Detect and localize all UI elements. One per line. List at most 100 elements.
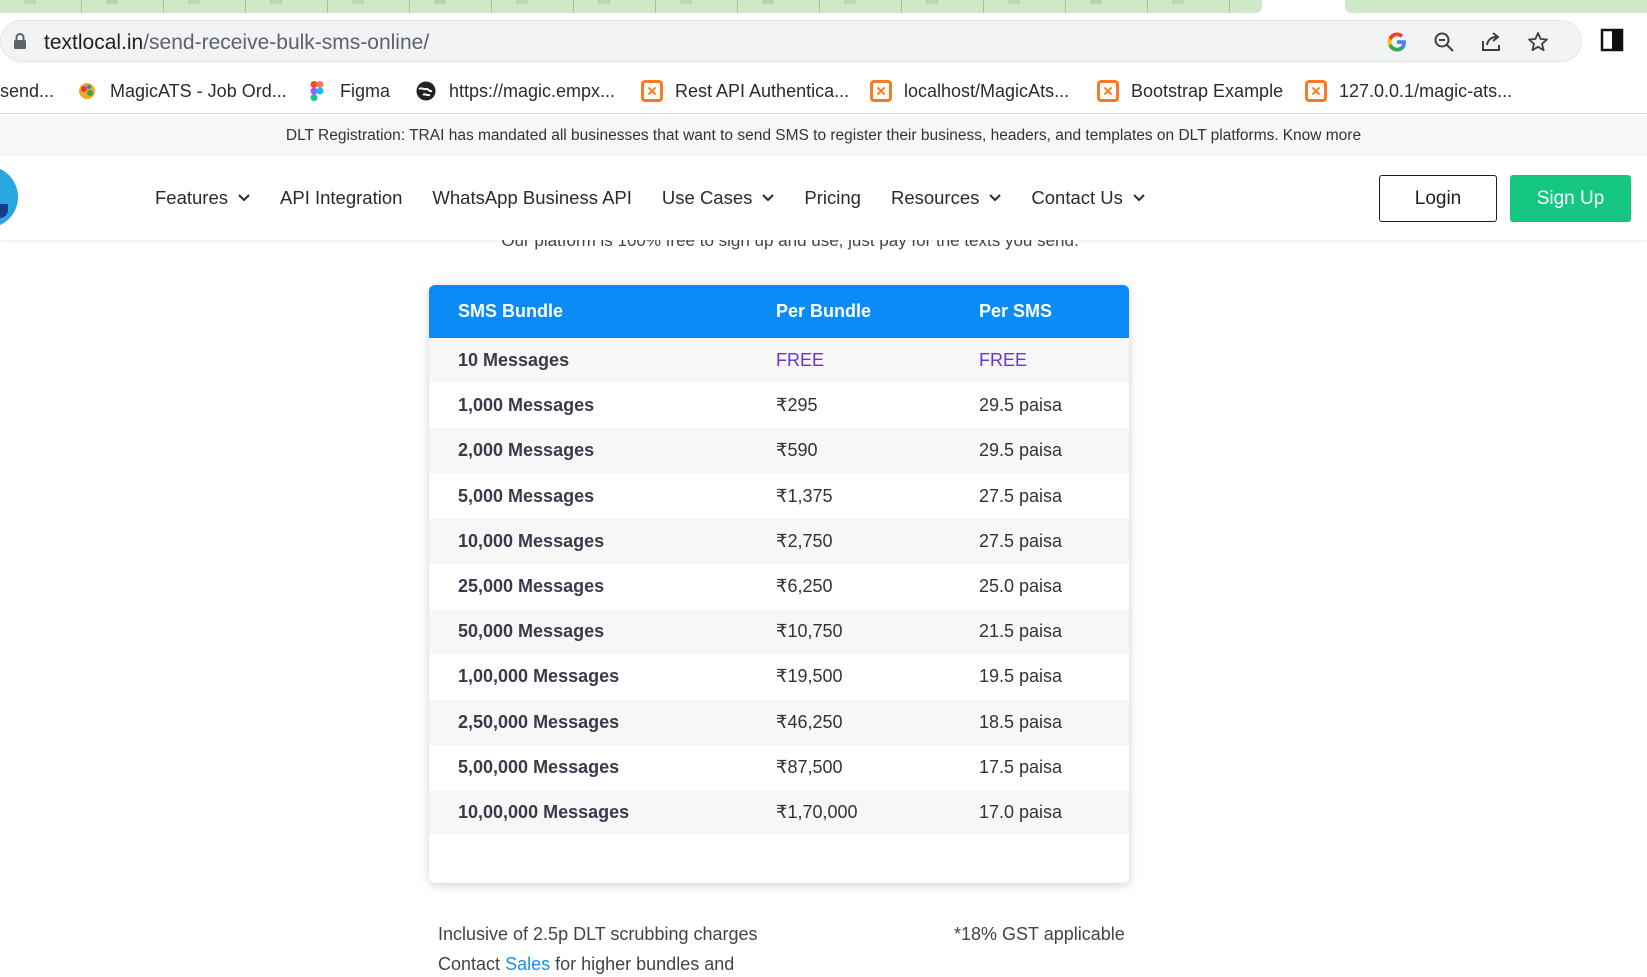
browser-tab[interactable]: [164, 0, 246, 13]
per-sms-cell: 25.0 paisa: [979, 576, 1063, 597]
header-per-bundle: Per Bundle: [776, 301, 872, 321]
per-sms-cell: 17.5 paisa: [979, 756, 1063, 777]
nav-label: API Integration: [280, 187, 403, 208]
browser-tab[interactable]: [656, 0, 738, 13]
site-navbar: Features API Integration WhatsApp Busine…: [0, 156, 1647, 240]
bookmark-label: MagicATS - Job Ord...: [110, 80, 287, 101]
tab-group-right[interactable]: [1345, 0, 1647, 13]
per-bundle-cell: ₹10,750: [776, 621, 843, 642]
xampp-icon: [870, 80, 892, 102]
nav-api-integration[interactable]: API Integration: [280, 187, 402, 209]
per-bundle-cell: FREE: [776, 350, 825, 371]
nav-use-cases[interactable]: Use Cases: [662, 187, 775, 209]
browser-tab[interactable]: [738, 0, 820, 13]
nav-label: WhatsApp Business API: [432, 187, 632, 208]
browser-tab[interactable]: [1148, 0, 1230, 13]
bookmark-item[interactable]: Bootstrap Example: [1097, 77, 1283, 105]
bundle-cell: 5,000 Messages: [458, 485, 595, 506]
browser-tab[interactable]: [410, 0, 492, 13]
lock-icon[interactable]: [13, 32, 27, 50]
browser-tab[interactable]: [328, 0, 410, 13]
bookmark-item[interactable]: 127.0.0.1/magic-ats...: [1305, 77, 1512, 105]
browser-tab[interactable]: [984, 0, 1066, 13]
table-row: 2,000 Messages ₹590 29.5 paisa: [429, 428, 1129, 474]
magicats-icon: [79, 83, 95, 99]
nav-features[interactable]: Features: [155, 187, 250, 209]
table-row: 2,50,000 Messages ₹46,250 18.5 paisa: [429, 699, 1129, 745]
nav-resources[interactable]: Resources: [890, 187, 1002, 209]
bundle-cell: 10,00,000 Messages: [458, 801, 630, 822]
browser-tab[interactable]: [492, 0, 574, 13]
per-sms-cell: 29.5 paisa: [979, 440, 1063, 461]
hero-subtitle-text: Our platform is 100% free to sign up and…: [501, 240, 1079, 250]
bookmark-label: localhost/MagicAts...: [904, 80, 1070, 101]
know-more-link[interactable]: Know more: [1283, 127, 1361, 145]
url-host: textlocal.in: [44, 31, 144, 54]
per-bundle-cell: ₹87,500: [776, 756, 843, 777]
url-text[interactable]: textlocal.in/send-receive-bulk-sms-onlin…: [44, 31, 429, 55]
bookmark-label: Rest API Authentica...: [675, 80, 850, 101]
per-bundle-cell: ₹590: [776, 440, 818, 461]
google-icon[interactable]: [1384, 29, 1410, 55]
per-sms-cell: 21.5 paisa: [979, 621, 1063, 642]
bundle-cell: 2,000 Messages: [458, 440, 595, 461]
nav-label: Features: [155, 187, 229, 208]
browser-tab[interactable]: [1066, 0, 1148, 13]
table-row: 5,000 Messages ₹1,375 27.5 paisa: [429, 474, 1129, 519]
bookmark-item[interactable]: send...: [0, 77, 54, 105]
bookmark-star-icon[interactable]: [1525, 29, 1551, 55]
nav-whatsapp-business-api[interactable]: WhatsApp Business API: [432, 187, 632, 209]
signup-button[interactable]: Sign Up: [1510, 175, 1631, 222]
bundle-cell: 25,000 Messages: [458, 576, 605, 597]
nav-label: Contact Us: [1031, 187, 1123, 208]
pricing-table: SMS Bundle Per Bundle Per SMS 10 Message…: [429, 285, 1129, 883]
browser-tab[interactable]: [246, 0, 328, 13]
bookmark-item[interactable]: MagicATS - Job Ord...: [76, 77, 287, 105]
browser-tab[interactable]: [574, 0, 656, 13]
per-bundle-cell: ₹46,250: [776, 711, 843, 732]
contact-sales-note: Contact Sales for higher bundles and: [438, 949, 758, 977]
bundle-cell: 1,00,000 Messages: [458, 666, 620, 687]
bookmark-label: send...: [0, 80, 55, 101]
browser-tab[interactable]: [82, 0, 164, 13]
address-bar[interactable]: textlocal.in/send-receive-bulk-sms-onlin…: [0, 20, 1582, 62]
bookmark-item[interactable]: localhost/MagicAts...: [870, 77, 1069, 105]
bookmark-item[interactable]: Rest API Authentica...: [641, 77, 849, 105]
bundles-text: for higher bundles and: [555, 954, 735, 974]
login-button[interactable]: Login: [1379, 175, 1497, 222]
nav-label: Resources: [890, 187, 980, 208]
textlocal-logo[interactable]: [0, 166, 18, 228]
browser-tab[interactable]: [820, 0, 902, 13]
per-bundle-cell: ₹1,70,000: [776, 801, 858, 822]
bookmark-item[interactable]: Figma: [306, 77, 390, 105]
gst-note: *18% GST applicable: [954, 924, 1125, 944]
per-bundle-cell: ₹19,500: [776, 666, 843, 687]
chevron-down-icon: [989, 194, 1002, 202]
bundle-cell: 50,000 Messages: [458, 621, 605, 642]
nav-contact-us[interactable]: Contact Us: [1031, 187, 1145, 209]
table-row: 1,00,000 Messages ₹19,500 19.5 paisa: [429, 654, 1129, 699]
sales-link[interactable]: Sales: [505, 954, 550, 974]
chevron-down-icon: [762, 194, 775, 202]
per-sms-cell: FREE: [979, 350, 1028, 371]
pricing-table-header: SMS Bundle Per Bundle Per SMS: [429, 285, 1129, 338]
side-panel-icon[interactable]: [1600, 28, 1624, 52]
bookmark-label: https://magic.empx...: [449, 80, 616, 101]
browser-tab[interactable]: [0, 0, 82, 13]
per-sms-cell: 29.5 paisa: [979, 395, 1063, 416]
bookmark-label: 127.0.0.1/magic-ats...: [1339, 80, 1513, 101]
hero-subtitle: Our platform is 100% free to sign up and…: [440, 240, 1140, 250]
browser-tab[interactable]: [902, 0, 984, 13]
zoom-icon[interactable]: [1431, 29, 1457, 55]
per-sms-cell: 17.0 paisa: [979, 801, 1063, 822]
header-per-sms: Per SMS: [979, 301, 1053, 321]
nav-label: Pricing: [804, 187, 861, 208]
nav-pricing[interactable]: Pricing: [804, 187, 861, 209]
table-row: 10,000 Messages ₹2,750 27.5 paisa: [429, 518, 1129, 564]
bookmark-item[interactable]: https://magic.empx...: [415, 77, 615, 105]
bookmarks-bar: send... MagicATS - Job Ord... Figma http…: [0, 68, 1647, 114]
contact-text: Contact: [438, 954, 501, 974]
share-icon[interactable]: [1478, 29, 1504, 55]
per-bundle-cell: ₹6,250: [776, 576, 833, 597]
pricing-table-body: 10 Messages FREE FREE 1,000 Messages ₹29…: [429, 338, 1129, 836]
